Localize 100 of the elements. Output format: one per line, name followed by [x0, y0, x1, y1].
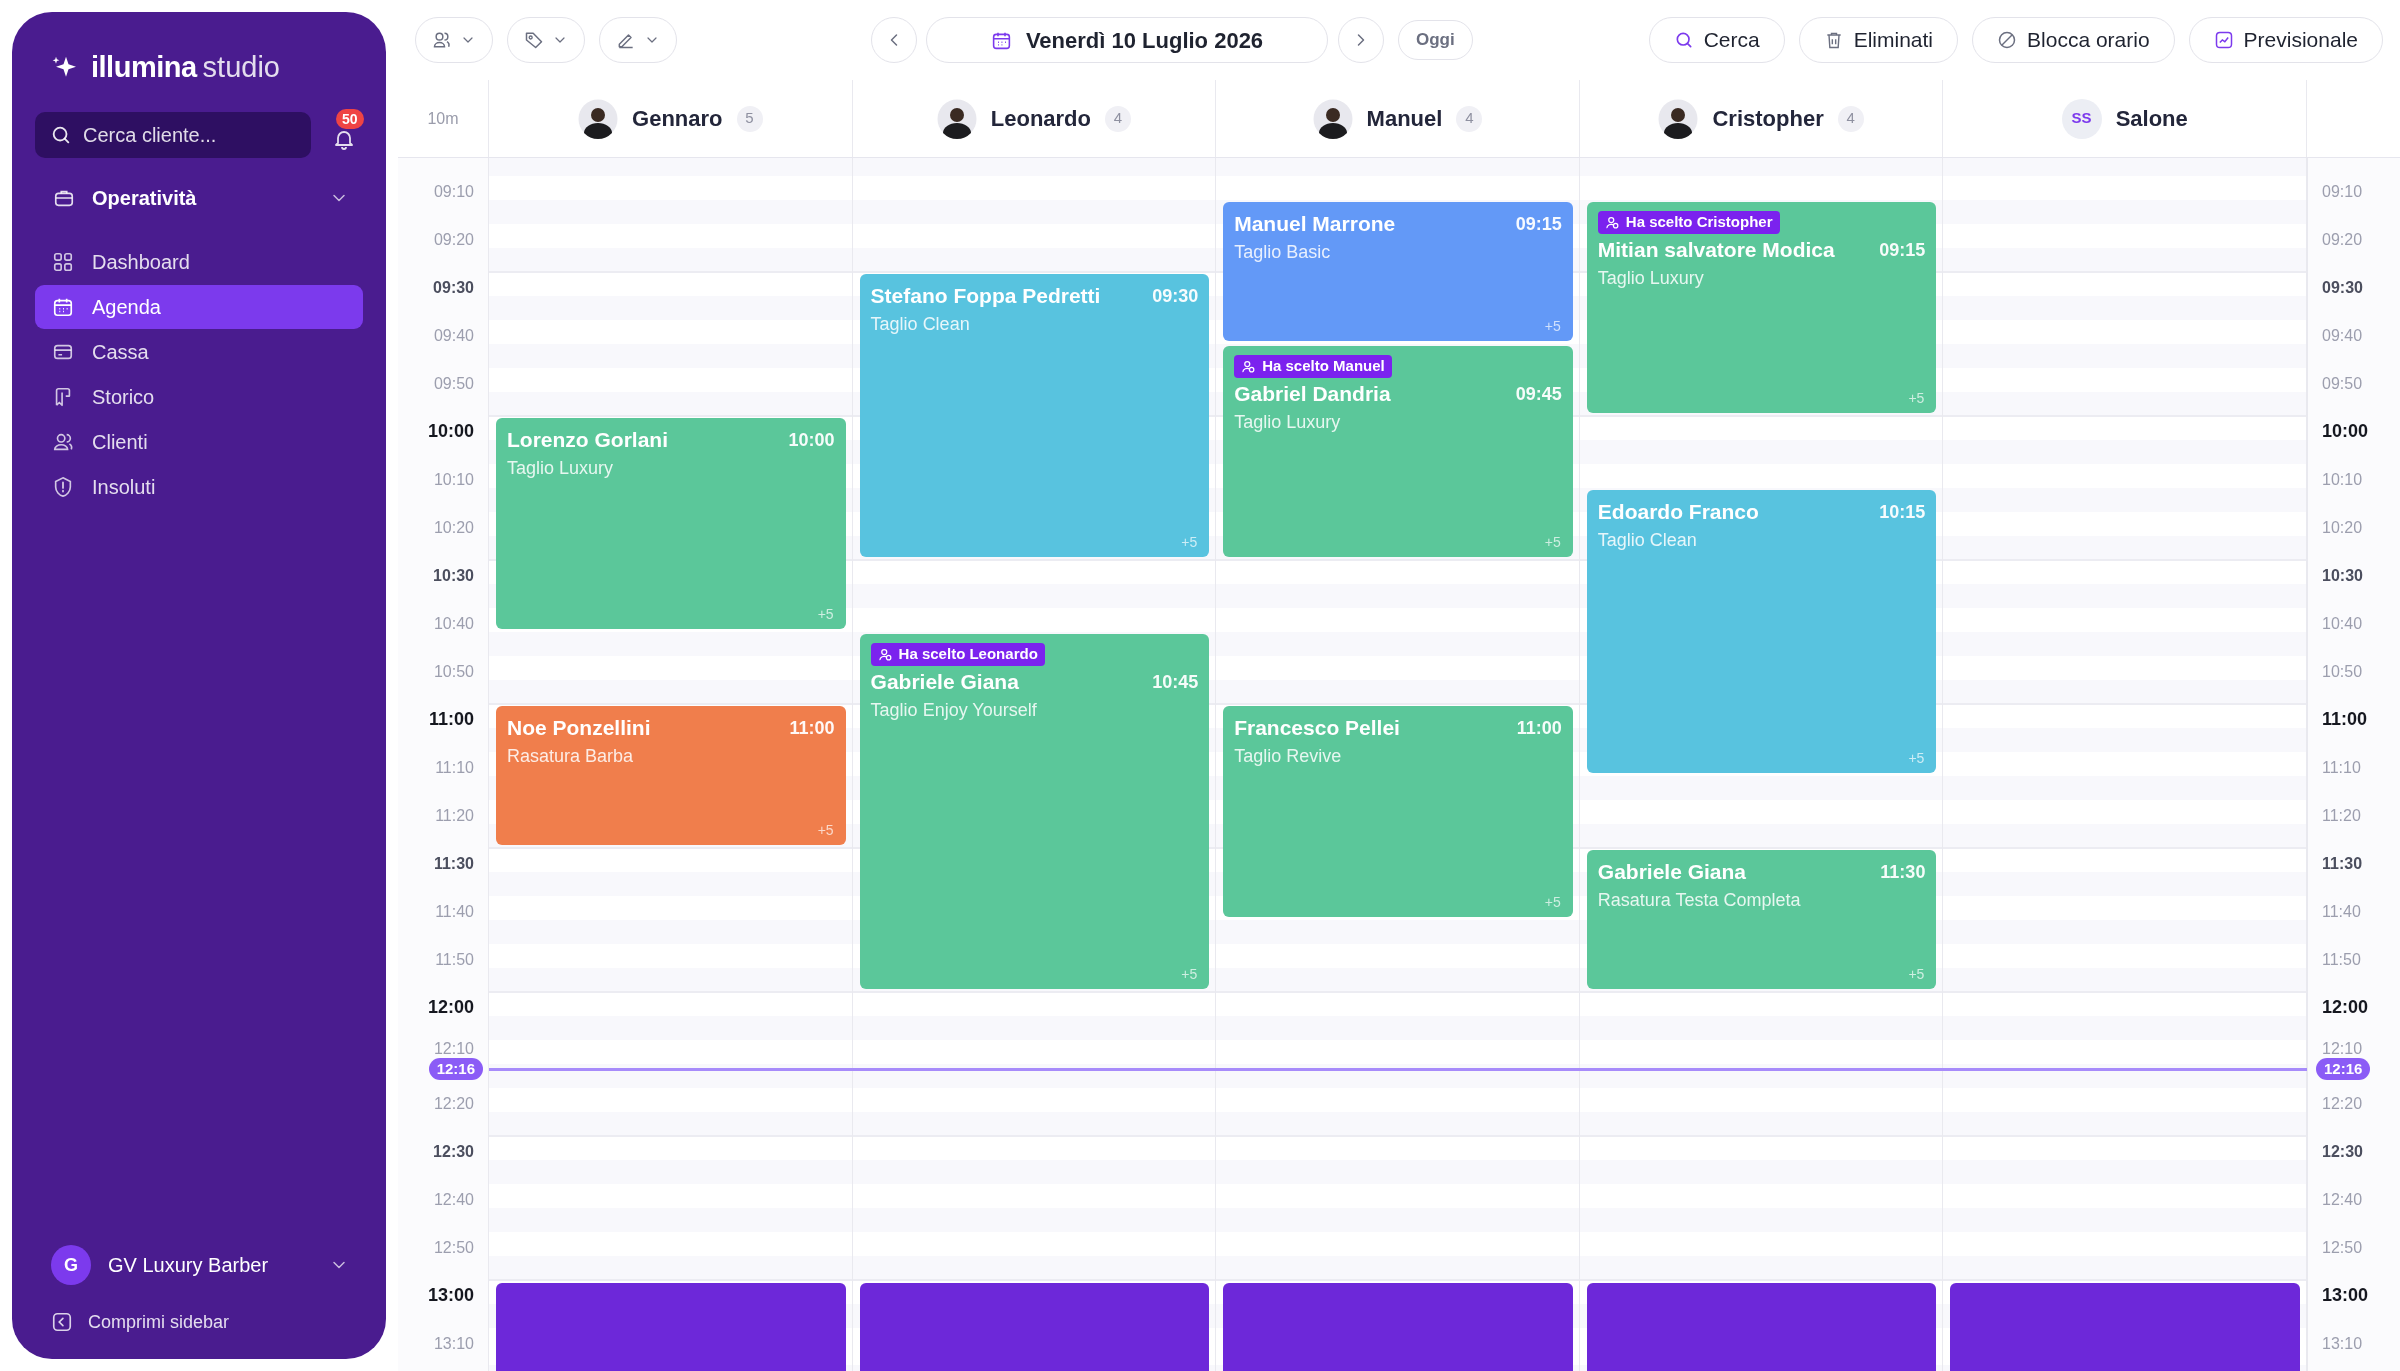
interval-label: 10m: [427, 108, 459, 129]
avatar: [1312, 98, 1353, 139]
appointment-card[interactable]: Ha scelto Leonardo Gabriele Giana 10:45 Taglio Enjoy Yourself +5: [859, 634, 1210, 989]
time-label: 10:20: [433, 518, 474, 537]
time-label: 10:40: [433, 614, 474, 633]
notification-badge: 50: [336, 109, 364, 129]
time-label: 09:10: [2322, 182, 2363, 201]
search-icon: [50, 124, 72, 146]
nav-item[interactable]: Dashboard: [35, 240, 363, 284]
client-name: Manuel Marrone: [1234, 211, 1396, 237]
staff-name: Leonardo: [990, 105, 1091, 133]
appointment-count: 4: [1837, 105, 1864, 132]
time-label: 11:50: [435, 950, 474, 969]
nav-item[interactable]: Clienti: [35, 420, 363, 464]
time-label: 11:40: [2322, 902, 2361, 921]
time-label: 11:30: [2322, 854, 2363, 873]
nav-item[interactable]: Storico: [35, 375, 363, 419]
appointment-count: 4: [1105, 105, 1131, 132]
time-label: 10:50: [433, 662, 474, 681]
client-name: Edoardo Franco: [1597, 499, 1759, 525]
extra-services-count: +5: [1908, 965, 1925, 984]
staff-name: Gennaro: [632, 105, 723, 133]
current-time-badge: 12:16: [428, 1057, 483, 1080]
time-label: 10:30: [2322, 566, 2363, 585]
time-label: 11:20: [435, 806, 474, 825]
appointment-time: 09:15: [1879, 239, 1926, 262]
time-label: 10:20: [2322, 518, 2363, 537]
time-label: 11:40: [435, 902, 474, 921]
appointment-time: 11:30: [1880, 861, 1926, 884]
client-name: Gabriele Giana: [1597, 859, 1747, 885]
account-name: GV Luxury Barber: [108, 1253, 270, 1278]
time-label: 11:30: [433, 854, 474, 873]
account-switcher[interactable]: G GV Luxury Barber: [35, 1243, 363, 1287]
chosen-staff-badge: Ha scelto Leonardo: [870, 643, 1045, 666]
staff-name: Manuel: [1366, 105, 1443, 133]
time-label: 11:20: [2322, 806, 2361, 825]
service-name: Taglio Clean: [1597, 529, 1698, 552]
avatar: [578, 98, 619, 139]
avatar: [936, 98, 977, 139]
shield-icon: [52, 476, 74, 498]
appointment-time: 10:45: [1152, 671, 1199, 694]
extra-services-count: +5: [1544, 533, 1561, 552]
block-icon: [1997, 30, 2018, 50]
collapse-sidebar-link[interactable]: Comprimi sidebar: [35, 1307, 363, 1337]
time-label: 12:20: [2322, 1094, 2363, 1113]
time-label: 12:10: [2322, 1038, 2363, 1058]
service-name: Taglio Revive: [1234, 745, 1343, 768]
appointment-count: 5: [736, 105, 763, 132]
section-label: Operatività: [92, 186, 198, 211]
nav-item[interactable]: Cassa: [35, 330, 363, 374]
nav-item[interactable]: Insoluti: [35, 465, 363, 509]
avatar: SS: [2061, 98, 2102, 139]
client-name: Francesco Pellei: [1234, 715, 1400, 741]
time-label: 11:10: [2322, 758, 2361, 777]
staff-name: Salone: [2115, 105, 2188, 133]
time-label: 13:00: [427, 1286, 474, 1305]
staff-name: Cristopher: [1712, 105, 1824, 133]
extra-services-count: +5: [817, 821, 834, 840]
time-label: 13:10: [2322, 1334, 2363, 1353]
time-label: 13:00: [2322, 1286, 2369, 1305]
collapse-icon: [51, 1311, 73, 1333]
time-label: 12:10: [433, 1038, 474, 1058]
search-field[interactable]: Cerca cliente...: [35, 112, 311, 158]
time-label: 09:40: [433, 326, 474, 345]
time-label: 10:10: [2322, 470, 2363, 489]
extra-services-count: +5: [1544, 317, 1561, 336]
chosen-staff-badge: Ha scelto Manuel: [1234, 355, 1392, 378]
time-label: 10:50: [2322, 662, 2363, 681]
nav-item[interactable]: Agenda: [35, 285, 363, 329]
appointment-time: 11:00: [1516, 717, 1562, 740]
avatar: [1658, 98, 1699, 139]
service-name: Rasatura Barba: [507, 745, 635, 768]
service-name: Taglio Luxury: [1597, 267, 1705, 290]
time-label: 10:00: [2322, 422, 2369, 441]
time-label: 11:10: [435, 758, 474, 777]
tag-icon: [524, 30, 544, 50]
client-name: Mitian salvatore Modica: [1597, 237, 1835, 263]
appointment-time: 09:45: [1515, 383, 1562, 406]
time-label: 11:00: [2322, 710, 2368, 729]
time-label: 09:50: [433, 374, 474, 393]
extra-services-count: +5: [1544, 893, 1561, 912]
appointment-card[interactable]: Ha scelto Cristopher Mitian salvatore Modica 09:15 Taglio Luxury +5: [1586, 202, 1937, 413]
extra-services-count: +5: [817, 605, 834, 624]
people-icon: [432, 30, 452, 50]
appointment-card[interactable]: Ha scelto Manuel Gabriel Dandria 09:45 Taglio Luxury +5: [1223, 346, 1573, 557]
extra-services-count: +5: [1181, 965, 1198, 984]
appointment-count: 4: [1456, 105, 1483, 132]
time-label: 12:20: [433, 1094, 474, 1113]
time-label: 12:30: [433, 1142, 474, 1161]
extra-services-count: +5: [1908, 389, 1925, 408]
time-label: 12:00: [427, 998, 474, 1017]
time-label: 09:10: [433, 182, 474, 201]
appointment-time: 10:00: [788, 429, 835, 452]
grid-icon: [52, 251, 74, 273]
appointment-time: 11:00: [789, 717, 835, 740]
time-label: 10:00: [427, 422, 474, 441]
extra-services-count: +5: [1908, 749, 1925, 768]
section-header[interactable]: Operatività: [35, 176, 363, 220]
time-label: 12:50: [2322, 1238, 2363, 1257]
user-icon: [877, 647, 893, 662]
